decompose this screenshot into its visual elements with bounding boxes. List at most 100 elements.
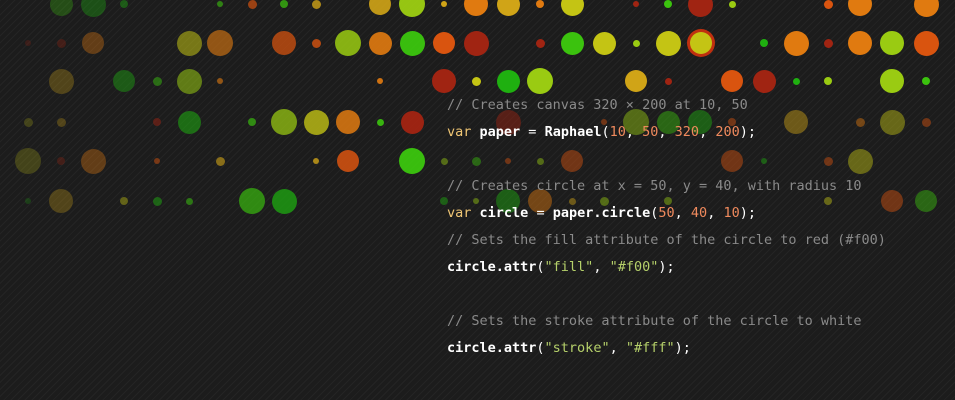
dot-decoration [177,110,201,134]
dot-decoration [25,198,31,204]
dot-decoration [922,77,930,85]
dot-decoration [247,0,257,9]
dot-decoration [217,1,223,7]
dot-decoration [80,148,106,174]
dot-decoration [560,0,584,16]
code-token: , [593,259,610,275]
code-token: ( [536,340,545,356]
code-token: circle [479,205,529,221]
dot-decoration [399,30,425,56]
dot-decoration [57,157,65,165]
code-token: , [609,340,626,356]
dot-decoration [271,188,297,214]
dot-decoration [15,148,41,174]
code-token: // Sets the fill attribute of the circle… [447,232,886,248]
code-token: // Sets the stroke attribute of the circ… [447,313,862,329]
code-token: // Creates canvas 320 × 200 at 10, 50 [447,97,748,113]
code-line: // Sets the fill attribute of the circle… [447,227,947,254]
dot-decoration [56,38,66,48]
dot-decoration [496,69,520,93]
code-token: ); [674,340,691,356]
dot-decoration [664,0,672,8]
code-sample: // Creates canvas 320 × 200 at 10, 50 var… [447,92,947,362]
code-token: "#f00" [609,259,659,275]
dot-decoration [49,189,73,213]
code-token: , [707,205,724,221]
code-token: ( [536,259,545,275]
code-line: circle.attr("stroke", "#fff"); [447,335,947,362]
dot-decoration [823,0,833,9]
dot-decoration [376,118,384,126]
dot-decoration [655,30,681,56]
code-token: , [625,124,643,140]
dot-decoration [632,39,640,47]
dot-decoration [152,76,162,86]
dot-decoration [377,78,383,84]
dot-decoration [441,1,447,7]
dot-decoration [272,31,296,55]
dot-decoration [464,0,488,16]
code-token: = [528,205,553,221]
dot-decoration [664,77,672,85]
dot-decoration [80,0,106,17]
code-token: = [520,124,545,140]
dot-decoration [560,31,584,55]
dot-decoration [471,76,481,86]
dot-decoration [311,38,321,48]
code-token: 320 [674,124,700,140]
highlight-ring-dot [690,32,712,54]
code-line: // Sets the stroke attribute of the circ… [447,308,947,335]
dot-decoration [217,78,223,84]
dot-decoration [154,158,160,164]
dot-decoration [25,40,31,46]
code-token: "stroke" [544,340,610,356]
dot-decoration [633,1,639,7]
dot-decoration [913,0,939,17]
dot-decoration [311,0,321,9]
dot-decoration [215,156,225,166]
dot-decoration [752,69,776,93]
code-token: "#fff" [625,340,675,356]
dot-decoration [400,110,424,134]
code-token: ( [601,124,610,140]
dot-decoration [728,0,736,8]
dot-decoration [113,70,135,92]
dot-decoration [368,31,392,55]
code-token: circle.attr [447,340,537,356]
dot-decoration [848,0,872,16]
dot-decoration [536,0,544,8]
dot-decoration [239,188,265,214]
dot-decoration [721,70,743,92]
code-token: , [674,205,691,221]
code-token: var [447,124,472,140]
code-token: circle.attr [447,259,537,275]
code-token: var [447,205,472,221]
dot-decoration [48,68,74,94]
dot-decoration [687,0,713,17]
code-token: ); [658,259,675,275]
code-token: , [658,124,675,140]
code-token: // Creates circle at x = 50, y = 40, wit… [447,178,862,194]
dot-decoration [207,30,233,56]
dot-decoration [280,0,288,8]
code-token: 40 [690,205,708,221]
code-token: "fill" [544,259,594,275]
code-token: 10 [609,124,626,140]
hero-banner: // Creates canvas 320 × 200 at 10, 50 var… [0,0,955,400]
dot-decoration [120,197,128,205]
dot-decoration [313,158,319,164]
dot-decoration [399,148,425,174]
code-token: 200 [715,124,740,140]
dot-decoration [823,38,833,48]
dot-decoration [303,109,329,135]
dot-decoration [824,77,832,85]
code-token: paper.circle [552,205,651,221]
code-token: Raphael [544,124,602,140]
dot-decoration [56,117,66,127]
code-line: var paper = Raphael(10, 50, 320, 200); [447,119,947,146]
dot-decoration [792,77,800,85]
